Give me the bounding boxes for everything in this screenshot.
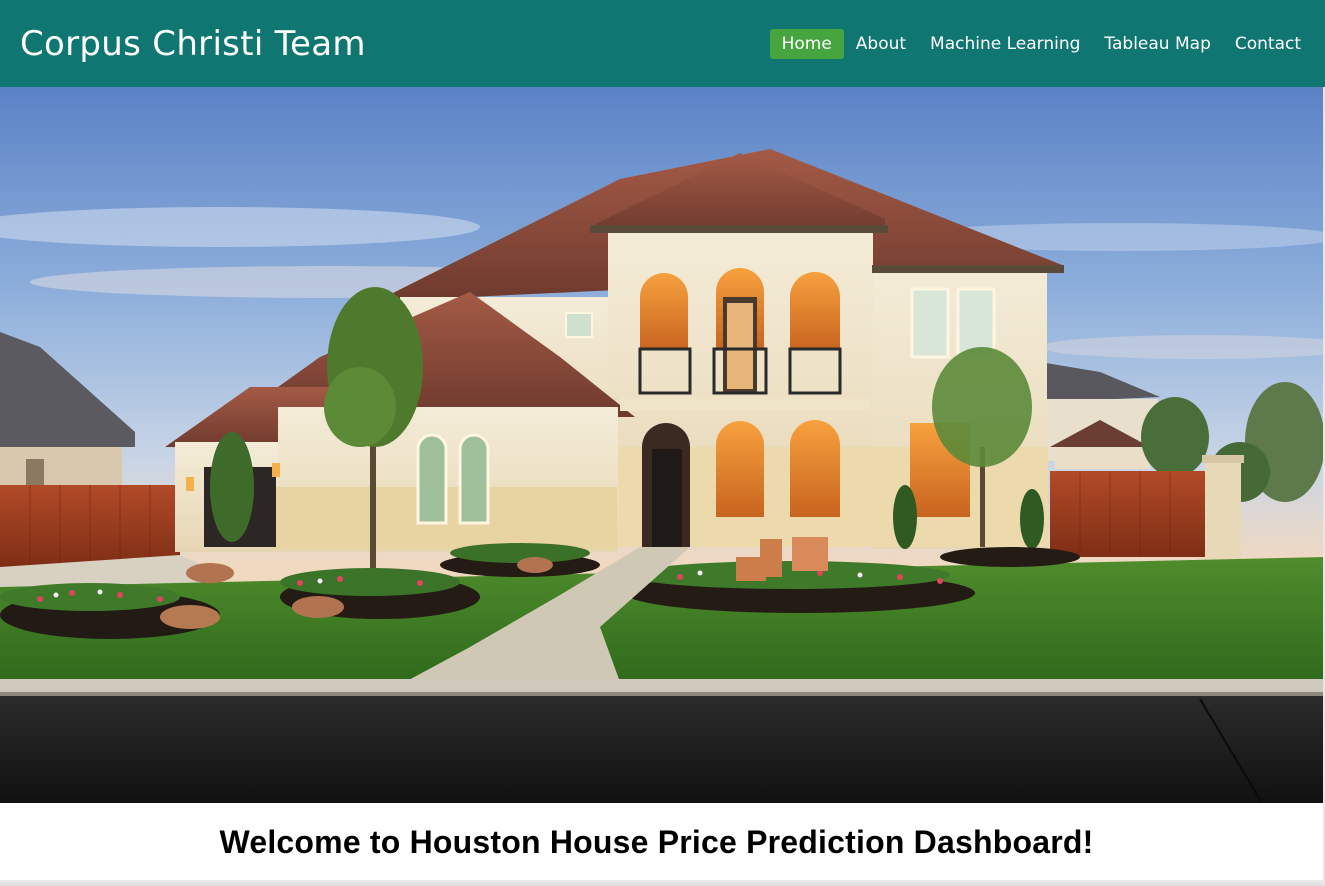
- house-photo: [0, 87, 1325, 803]
- welcome-section: Welcome to Houston House Price Predictio…: [0, 803, 1325, 881]
- hero-image: [0, 87, 1325, 803]
- nav-home-link[interactable]: Home: [769, 28, 844, 59]
- bottom-divider: [0, 880, 1325, 886]
- welcome-heading: Welcome to Houston House Price Predictio…: [219, 823, 1094, 860]
- nav-tableau-map-link[interactable]: Tableau Map: [1092, 29, 1222, 59]
- navbar: Corpus Christi Team Home About Machine L…: [0, 0, 1325, 87]
- nav-about-link[interactable]: About: [844, 29, 918, 59]
- nav-contact-link[interactable]: Contact: [1223, 29, 1313, 59]
- brand-link[interactable]: Corpus Christi Team: [20, 24, 366, 64]
- nav-machine-learning-link[interactable]: Machine Learning: [918, 29, 1092, 59]
- nav-links: Home About Machine Learning Tableau Map …: [769, 28, 1313, 59]
